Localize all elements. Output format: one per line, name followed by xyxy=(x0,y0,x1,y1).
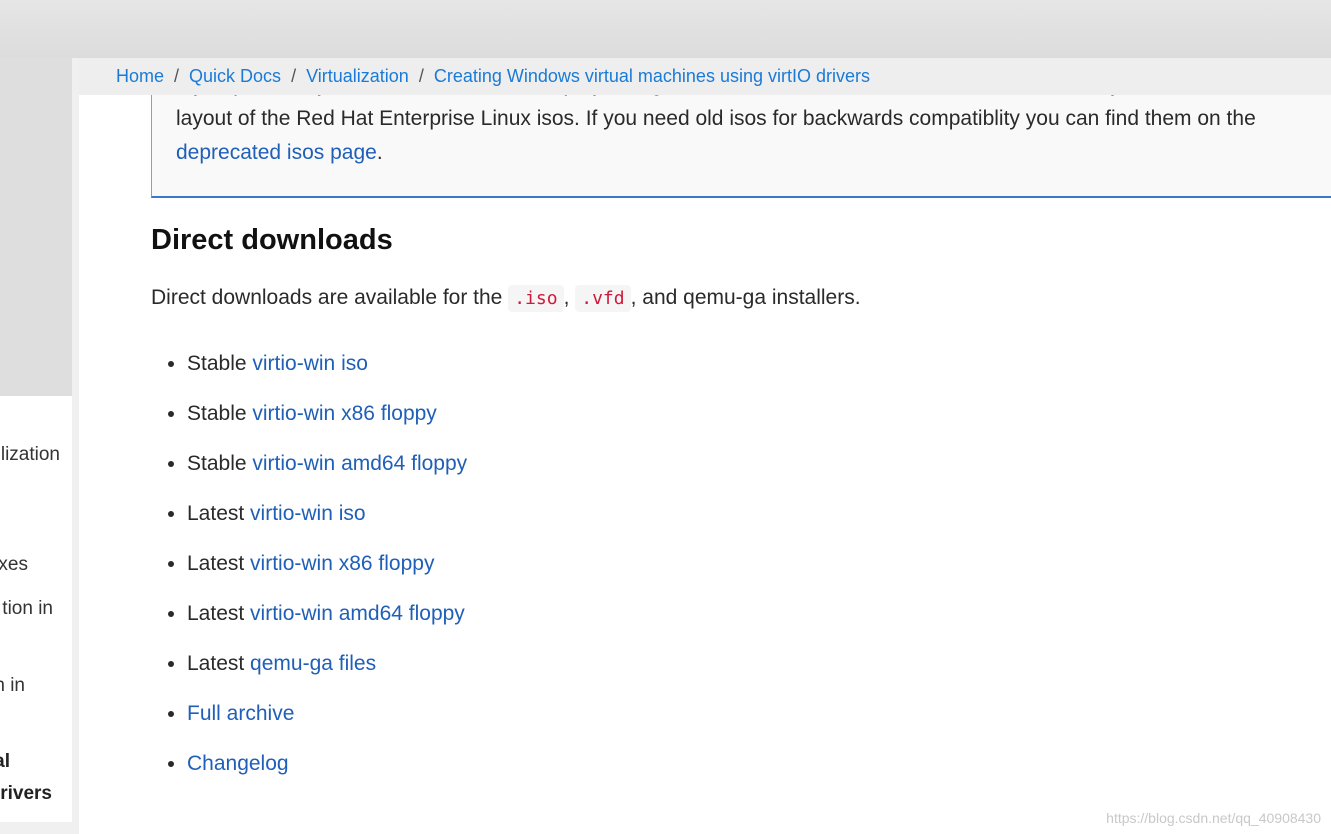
sidebar-item[interactable]: n in xyxy=(0,675,25,697)
breadcrumb-current-page[interactable]: Creating Windows virtual machines using … xyxy=(434,66,870,86)
sidebar-item[interactable]: tion in xyxy=(2,598,53,620)
punctuation: . xyxy=(376,141,383,164)
breadcrumb-separator: / xyxy=(174,66,180,86)
sidebar-item[interactable]: xes xyxy=(0,554,28,576)
download-link[interactable]: virtio-win x86 floppy xyxy=(252,402,436,425)
download-list-item: Full archive xyxy=(187,698,467,748)
download-link[interactable]: qemu-ga files xyxy=(250,652,376,675)
breadcrumb-separator: / xyxy=(291,66,297,86)
item-prefix: Latest xyxy=(187,552,251,575)
deprecated-isos-link[interactable]: deprecated isos page xyxy=(176,141,377,164)
sidebar-item-active[interactable]: al xyxy=(0,751,10,773)
left-gray-panel xyxy=(0,58,72,396)
item-prefix: Latest xyxy=(187,602,251,625)
download-list-item: Latest virtio-win x86 floppy xyxy=(187,548,467,598)
download-link[interactable]: virtio-win amd64 floppy xyxy=(250,602,465,625)
item-prefix: Stable xyxy=(187,352,253,375)
download-list-item: Stable virtio-win x86 floppy xyxy=(187,398,467,448)
item-prefix: Latest xyxy=(187,652,251,675)
download-link[interactable]: virtio-win amd64 floppy xyxy=(252,452,467,475)
breadcrumb: Home / Quick Docs / Virtualization / Creating … xyxy=(79,58,1331,95)
download-list-item: Stable virtio-win amd64 floppy xyxy=(187,448,467,498)
sidebar-item-active[interactable]: rivers xyxy=(0,783,52,805)
download-link[interactable]: virtio-win iso xyxy=(252,352,368,375)
item-prefix: Stable xyxy=(187,402,253,425)
download-list-item: Changelog xyxy=(187,748,467,798)
breadcrumb-virtualization[interactable]: Virtualization xyxy=(306,66,409,86)
breadcrumb-separator: / xyxy=(418,66,424,86)
note-line: layout of the Red Hat Enterprise Linux i… xyxy=(176,107,1256,130)
intro-text: Direct downloads are available for the xyxy=(151,286,509,309)
watermark: https://blog.csdn.net/qq_40908430 xyxy=(1106,810,1321,826)
sidebar-item[interactable]: lization xyxy=(1,444,60,466)
intro-paragraph: Direct downloads are available for the .… xyxy=(151,285,861,312)
download-link[interactable]: Full archive xyxy=(187,702,294,725)
download-link[interactable]: virtio-win iso xyxy=(250,502,366,525)
code-iso: .iso xyxy=(508,285,564,312)
download-list-item: Stable virtio-win iso xyxy=(187,348,467,398)
download-list: Stable virtio-win isoStable virtio-win x… xyxy=(187,348,467,798)
download-list-item: Latest virtio-win amd64 floppy xyxy=(187,598,467,648)
sidebar-nav: lization xes tion in n in al rivers xyxy=(0,396,72,822)
breadcrumb-quick-docs[interactable]: Quick Docs xyxy=(189,66,281,86)
download-list-item: Latest virtio-win iso xyxy=(187,498,467,548)
item-prefix: Stable xyxy=(187,452,253,475)
code-vfd: .vfd xyxy=(575,285,631,312)
section-heading: Direct downloads xyxy=(151,224,393,256)
main-content: Home / Quick Docs / Virtualization / Creating … xyxy=(79,58,1331,834)
punctuation: , xyxy=(563,286,570,309)
browser-top-bar xyxy=(0,0,1331,58)
item-prefix: Latest xyxy=(187,502,251,525)
download-list-item: Latest qemu-ga files xyxy=(187,648,467,698)
download-link[interactable]: Changelog xyxy=(187,752,289,775)
download-link[interactable]: virtio-win x86 floppy xyxy=(250,552,434,575)
intro-text: , and qemu-ga installers. xyxy=(630,286,861,309)
breadcrumb-home[interactable]: Home xyxy=(116,66,164,86)
